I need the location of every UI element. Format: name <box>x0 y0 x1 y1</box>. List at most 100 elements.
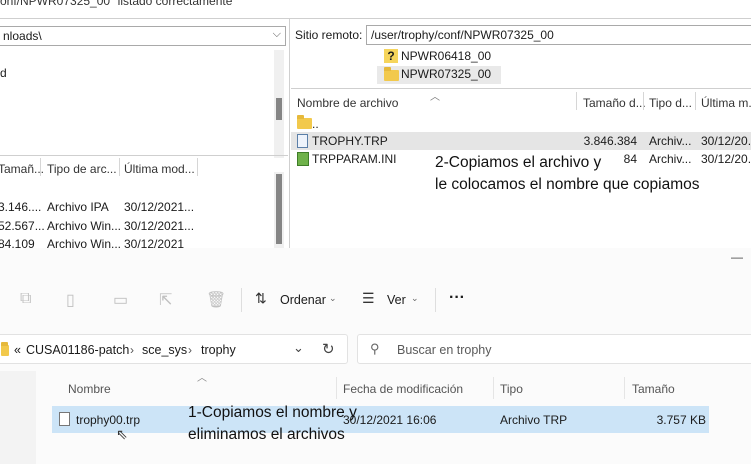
refresh-icon[interactable]: ↻ <box>322 340 335 358</box>
local-path-input[interactable]: nloads\ ⌵ <box>0 26 286 46</box>
folder-icon <box>384 67 399 81</box>
col-divider[interactable] <box>576 92 577 110</box>
minimize-button[interactable]: — <box>731 250 743 264</box>
local-col-type[interactable]: Tipo de arc... <box>47 162 117 176</box>
col-divider[interactable] <box>197 158 198 176</box>
cell-date: 30/12/2021... <box>124 219 195 233</box>
remote-site-label: Sitio remoto: <box>295 28 363 42</box>
local-list-scrollbar[interactable] <box>274 172 284 248</box>
cell-type: Archiv... <box>649 152 692 166</box>
col-divider[interactable] <box>624 377 625 399</box>
sort-up-icon: ︿ <box>430 92 440 103</box>
sort-icon: ⇅ <box>255 290 267 306</box>
remote-site-value: /user/trophy/conf/NPWR07325_00 <box>371 28 554 42</box>
chevron-right-icon[interactable]: › <box>188 343 192 357</box>
local-tree-scrollbar[interactable] <box>274 50 284 158</box>
tree-label: NPWR06418_00 <box>401 49 492 63</box>
col-divider[interactable] <box>119 158 120 176</box>
chevron-down-icon: ⌄ <box>411 293 419 303</box>
file-size: 3.757 KB <box>656 413 706 427</box>
file-icon <box>297 134 308 148</box>
address-bar[interactable]: « CUSA01186-patch › sce_sys › trophy ⌄ ↻ <box>0 334 348 364</box>
scrollbar-thumb[interactable] <box>276 174 282 244</box>
breadcrumb-sce-sys[interactable]: sce_sys <box>142 343 187 357</box>
share-icon[interactable]: ⇱ <box>159 290 172 310</box>
remote-file-row-parent[interactable]: .. <box>291 114 751 132</box>
column-size[interactable]: Tamaño <box>632 382 675 396</box>
copy-icon[interactable]: ⧉ <box>20 290 31 308</box>
file-row[interactable]: trophy00.trp 30/12/2021 16:06 Archivo TR… <box>52 406 709 433</box>
cell-type: Archiv... <box>649 134 692 148</box>
local-file-row[interactable]: 84.109 Archivo Win... 30/12/2021 <box>0 237 270 248</box>
paste-icon[interactable]: ▯ <box>66 290 75 310</box>
remote-col-size[interactable]: Tamaño d... <box>583 96 646 110</box>
file-name: trophy00.trp <box>76 413 141 427</box>
explorer-window: — ⧉ ▯ ▭ ⇱ 🗑 ⇅ Ordenar ⌄ ☰ Ver ⌄ ··· « CU… <box>0 248 751 464</box>
local-path-value: nloads\ <box>3 29 42 43</box>
search-input[interactable]: Buscar en trophy <box>397 343 492 357</box>
remote-col-type[interactable]: Tipo d... <box>649 96 692 110</box>
cell-date: 30/12/20... <box>701 152 751 166</box>
local-col-size[interactable]: Tamañ... <box>0 162 44 176</box>
local-splitter[interactable] <box>0 155 288 156</box>
annotation-step-2-line2: le colocamos el nombre que copiamos <box>435 176 700 193</box>
remote-site-input[interactable]: /user/trophy/conf/NPWR07325_00 <box>366 25 751 45</box>
sort-up-icon: ︿ <box>197 373 207 384</box>
remote-col-date[interactable]: Última m... <box>701 96 751 110</box>
cell-date: 30/12/2021... <box>124 200 195 214</box>
toolbar-divider <box>435 288 436 312</box>
col-divider[interactable] <box>695 92 696 110</box>
remote-tree-item-selected[interactable]: NPWR07325_00 <box>377 66 501 84</box>
cell-date: 30/12/20... <box>701 134 751 148</box>
remote-file-row[interactable]: TROPHY.TRP 3.846.384 Archiv... 30/12/20.… <box>291 132 751 150</box>
chevron-right-icon[interactable]: › <box>130 343 134 357</box>
col-divider[interactable] <box>493 377 494 399</box>
chevron-down-icon[interactable]: ⌵ <box>273 28 281 41</box>
remote-pane: Sitio remoto: /user/trophy/conf/NPWR0732… <box>291 24 751 248</box>
annotation-step-1-line2: eliminamos el archivos <box>188 426 345 443</box>
breadcrumb-cusa01186-patch[interactable]: CUSA01186-patch <box>26 343 129 357</box>
cell-size: 84 <box>623 152 637 166</box>
chevron-down-icon[interactable]: ⌄ <box>293 340 304 356</box>
breadcrumb-overflow[interactable]: « <box>14 343 21 357</box>
remote-col-name[interactable]: Nombre de archivo <box>297 96 398 110</box>
col-divider[interactable] <box>336 377 337 399</box>
search-icon: ⚲ <box>370 341 380 356</box>
view-button[interactable]: ☰ Ver ⌄ <box>362 290 422 311</box>
local-file-row[interactable]: 52.567... Archivo Win... 30/12/2021... <box>0 219 270 235</box>
rename-icon[interactable]: ▭ <box>113 290 128 310</box>
view-label: Ver <box>387 293 406 307</box>
column-type[interactable]: Tipo <box>500 382 523 396</box>
col-divider[interactable] <box>643 92 644 110</box>
local-tree-item[interactable]: d <box>0 66 7 80</box>
status-divider <box>0 18 751 19</box>
sort-label: Ordenar <box>280 293 326 307</box>
delete-icon[interactable]: 🗑 <box>206 290 226 310</box>
scrollbar-thumb[interactable] <box>276 98 282 120</box>
cell-type: Archivo IPA <box>47 200 109 214</box>
tree-label: NPWR07325_00 <box>401 67 492 81</box>
search-box[interactable]: ⚲ Buscar en trophy <box>357 334 751 364</box>
cell-name: TROPHY.TRP <box>312 134 388 148</box>
local-file-row[interactable]: 3.146.... Archivo IPA 30/12/2021... <box>0 200 270 216</box>
navigation-pane[interactable] <box>0 371 36 464</box>
sort-button[interactable]: ⇅ Ordenar ⌄ <box>255 290 339 311</box>
cell-size: 3.846.384 <box>583 134 637 148</box>
breadcrumb-trophy[interactable]: trophy <box>201 343 236 357</box>
pane-splitter[interactable] <box>289 18 290 248</box>
view-icon: ☰ <box>362 290 375 306</box>
cell-name: .. <box>312 117 319 131</box>
chevron-down-icon: ⌄ <box>329 293 337 303</box>
local-pane: nloads\ ⌵ d Tamañ... Tipo de arc... Últi… <box>0 24 288 248</box>
cell-type: Archivo Win... <box>47 237 122 248</box>
local-col-date[interactable]: Última mod... <box>124 162 195 176</box>
remote-splitter[interactable] <box>291 88 751 89</box>
annotation-step-2-line1: 2-Copiamos el archivo y <box>435 154 602 171</box>
more-options-button[interactable]: ··· <box>449 289 465 307</box>
mouse-cursor-icon: ⇖ <box>116 426 128 442</box>
column-modified[interactable]: Fecha de modificación <box>343 382 463 396</box>
remote-tree-item[interactable]: ? NPWR06418_00 <box>377 48 677 66</box>
col-divider[interactable] <box>40 158 41 176</box>
folder-icon <box>297 115 312 129</box>
column-name[interactable]: Nombre <box>68 382 111 396</box>
